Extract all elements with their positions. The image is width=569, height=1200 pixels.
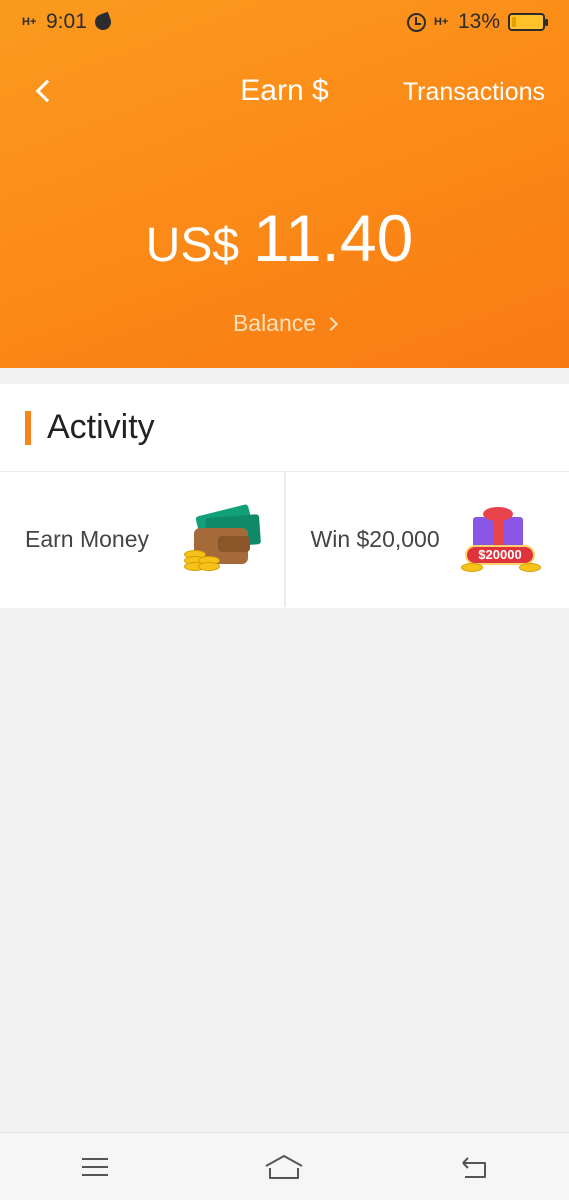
section-accent-bar <box>25 410 31 445</box>
menu-icon <box>81 1157 108 1176</box>
status-time: 9:01 <box>46 10 87 33</box>
menu-button[interactable] <box>65 1147 125 1187</box>
status-bar: H+ 9:01 H+ 13% <box>0 0 569 44</box>
activity-header: Activity <box>0 384 569 472</box>
chevron-right-icon <box>323 316 339 332</box>
earn-header: H+ 9:01 H+ 13% Earn $ Transactions US$ 1… <box>0 0 569 368</box>
balance-label: Balance <box>232 310 317 336</box>
wallet-coins-icon <box>183 503 261 574</box>
signal-icon-secondary: H+ <box>433 16 449 28</box>
signal-icon: H+ <box>22 16 37 28</box>
currency-label: US$ <box>145 219 240 272</box>
balance-value: 11.40 <box>253 201 414 275</box>
prize-badge: $20000 <box>465 544 535 565</box>
earn-money-tile[interactable]: Earn Money <box>0 472 284 607</box>
activity-section: Activity Earn Money Win $20,000 $20000 <box>0 384 569 608</box>
balance-amount: US$ 11.40 <box>0 200 569 276</box>
home-button[interactable] <box>254 1147 314 1187</box>
gift-prize-icon: $20000 <box>459 505 541 575</box>
alarm-icon <box>406 12 426 32</box>
back-nav-button[interactable] <box>444 1147 504 1187</box>
transactions-link[interactable]: Transactions <box>403 78 545 107</box>
section-title: Activity <box>47 408 155 446</box>
app-notification-icon <box>92 11 114 33</box>
back-icon <box>462 1156 487 1178</box>
battery-percent: 13% <box>457 10 500 33</box>
tile-label: Win $20,000 <box>310 526 440 552</box>
balance-link[interactable]: Balance <box>0 310 569 337</box>
home-icon <box>265 1154 303 1179</box>
system-navigation-bar <box>0 1132 569 1200</box>
nav-bar: Earn $ Transactions <box>0 62 569 122</box>
win-prize-tile[interactable]: Win $20,000 $20000 <box>283 472 569 607</box>
battery-icon <box>508 13 548 31</box>
tile-label: Earn Money <box>25 526 150 552</box>
